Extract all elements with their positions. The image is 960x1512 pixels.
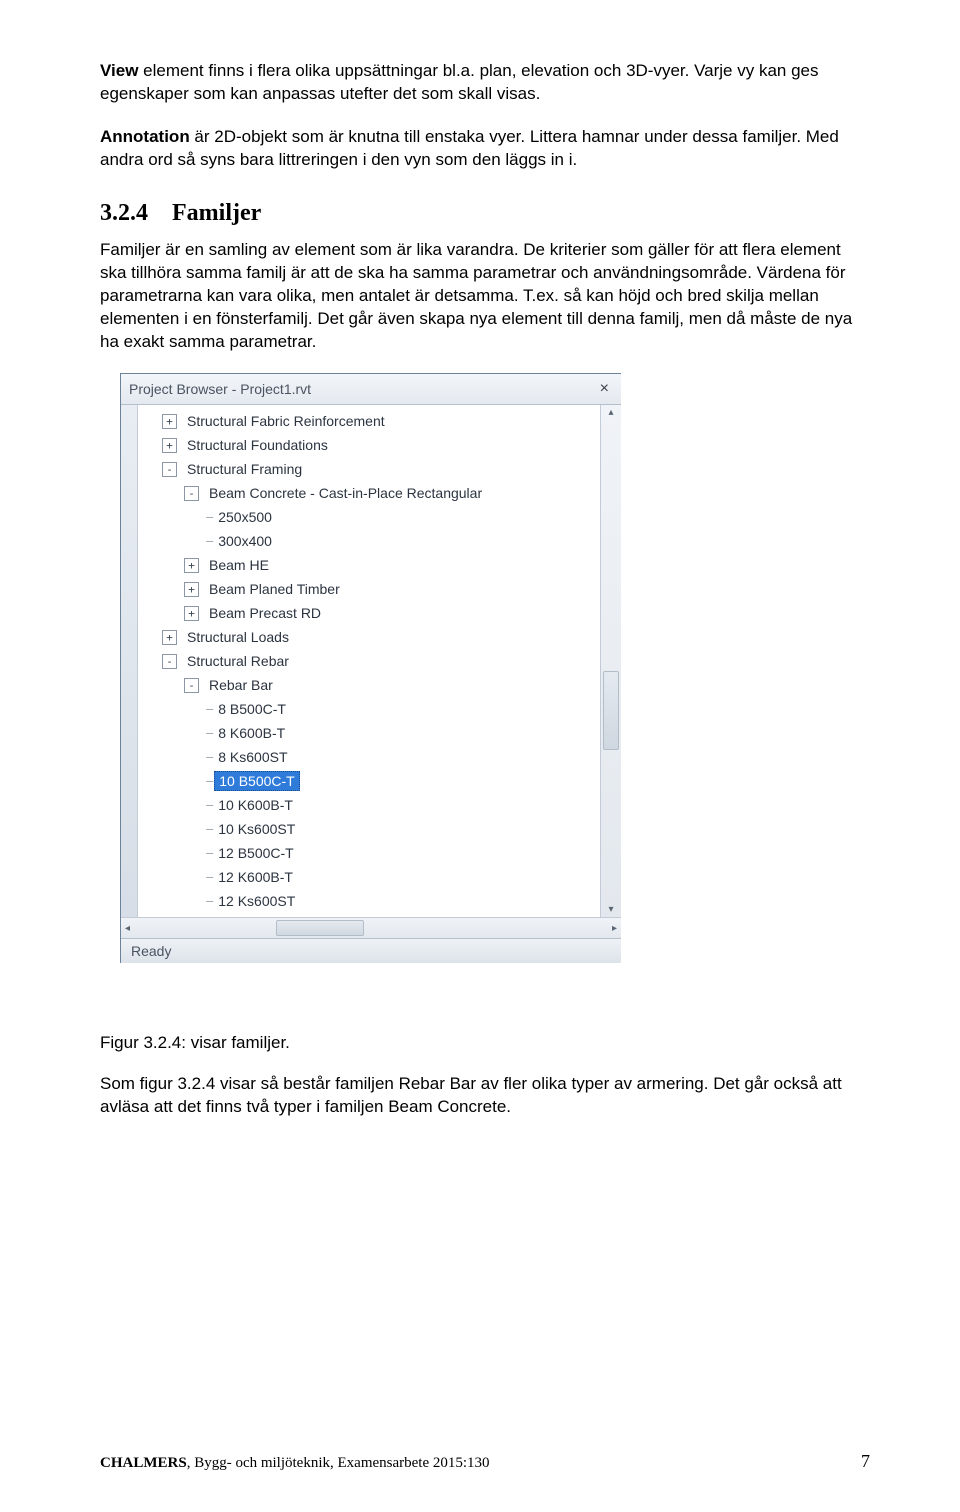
horizontal-scrollbar[interactable]: ◂ ▸ (121, 917, 621, 938)
tree-item-label[interactable]: Structural Foundations (183, 436, 332, 454)
tree-item-label[interactable]: Beam Precast RD (205, 604, 325, 622)
tree-item[interactable]: —12 B500C-T (140, 841, 600, 865)
tree-item-label[interactable]: Beam Concrete - Cast-in-Place Rectangula… (205, 484, 486, 502)
hscroll-track[interactable] (134, 918, 608, 938)
tree-item-label[interactable]: Structural Rebar (183, 652, 293, 670)
tree-item-label[interactable]: 250x500 (214, 508, 276, 526)
tree-connector-icon: — (206, 702, 212, 716)
tree-item[interactable]: + Beam Precast RD (140, 601, 600, 625)
tree-item[interactable]: -Structural Framing (140, 457, 600, 481)
tree-connector-icon: — (206, 534, 212, 548)
tree-item-label[interactable]: 10 Ks600ST (214, 820, 299, 838)
close-icon[interactable]: × (596, 380, 613, 398)
tree-item[interactable]: + Structural Loads (140, 625, 600, 649)
footer-source: CHALMERS, Bygg- och miljöteknik, Examens… (100, 1455, 490, 1472)
figure-caption: Figur 3.2.4: visar familjer. (100, 1033, 870, 1053)
tree-item-label[interactable]: 10 B500C-T (214, 771, 299, 791)
bold-term-view: View (100, 61, 138, 80)
scroll-down-icon[interactable]: ▾ (608, 902, 613, 917)
tree-item-label[interactable]: 12 B500C-T (214, 844, 297, 862)
tree-connector-icon: — (206, 750, 212, 764)
tree-item[interactable]: —10 B500C-T (140, 769, 600, 793)
tree-connector-icon: — (206, 870, 212, 884)
tree-item-label[interactable]: Structural Fabric Reinforcement (183, 412, 389, 430)
tree-connector-icon: — (206, 774, 212, 788)
expand-icon[interactable]: + (184, 582, 199, 597)
tree-connector-icon: — (206, 510, 212, 524)
scroll-up-icon[interactable]: ▴ (608, 405, 613, 420)
paragraph-after-figure: Som figur 3.2.4 visar så består familjen… (100, 1073, 870, 1119)
paragraph-view-rest: element finns i flera olika uppsättninga… (100, 61, 819, 103)
panel-left-gutter (121, 405, 138, 917)
expand-icon[interactable]: + (162, 438, 177, 453)
paragraph-view: View element finns i flera olika uppsätt… (100, 60, 870, 106)
tree-connector-icon: — (206, 798, 212, 812)
vscroll-track[interactable] (601, 420, 621, 902)
tree-item-label[interactable]: 8 Ks600ST (214, 748, 291, 766)
tree-item-label[interactable]: 8 B500C-T (214, 700, 290, 718)
tree-item[interactable]: —10 K600B-T (140, 793, 600, 817)
collapse-icon[interactable]: - (184, 678, 199, 693)
footer-rest: , Bygg- och miljöteknik, Examensarbete 2… (187, 1455, 490, 1471)
tree-item[interactable]: —12 K600B-T (140, 865, 600, 889)
panel-titlebar[interactable]: Project Browser - Project1.rvt × (121, 374, 621, 405)
scroll-left-icon[interactable]: ◂ (121, 923, 134, 934)
tree-item[interactable]: —250x500 (140, 505, 600, 529)
tree-item[interactable]: —8 Ks600ST (140, 745, 600, 769)
tree-connector-icon: — (206, 726, 212, 740)
tree-item-label[interactable]: 8 K600B-T (214, 724, 289, 742)
tree-item[interactable]: + Structural Fabric Reinforcement (140, 409, 600, 433)
vertical-scrollbar[interactable]: ▴ ▾ (600, 405, 621, 917)
paragraph-annotation-rest: är 2D-objekt som är knutna till enstaka … (100, 127, 839, 169)
section-heading: 3.2.4 Familjer (100, 200, 870, 227)
tree-item[interactable]: —10 Ks600ST (140, 817, 600, 841)
scroll-right-icon[interactable]: ▸ (608, 923, 621, 934)
tree-item[interactable]: -Rebar Bar (140, 673, 600, 697)
expand-icon[interactable]: + (184, 606, 199, 621)
section-title: Familjer (172, 200, 261, 226)
expand-icon[interactable]: + (162, 414, 177, 429)
collapse-icon[interactable]: - (162, 462, 177, 477)
page-number: 7 (861, 1451, 870, 1472)
paragraph-annotation: Annotation är 2D-objekt som är knutna ti… (100, 126, 870, 172)
collapse-icon[interactable]: - (184, 486, 199, 501)
tree-item[interactable]: -Beam Concrete - Cast-in-Place Rectangul… (140, 481, 600, 505)
tree-item[interactable]: + Beam Planed Timber (140, 577, 600, 601)
tree-item-label[interactable]: Structural Loads (183, 628, 293, 646)
tree-item[interactable]: —300x400 (140, 529, 600, 553)
hscroll-thumb[interactable] (276, 920, 363, 936)
tree-item-label[interactable]: 10 K600B-T (214, 796, 297, 814)
tree-view[interactable]: + Structural Fabric Reinforcement + Structu… (138, 405, 600, 917)
tree-connector-icon: — (206, 894, 212, 908)
status-bar: Ready (121, 938, 621, 963)
tree-item[interactable]: —12 Ks600ST (140, 889, 600, 913)
expand-icon[interactable]: + (162, 630, 177, 645)
footer-org: CHALMERS (100, 1455, 187, 1471)
tree-item[interactable]: —8 K600B-T (140, 721, 600, 745)
project-browser-panel: Project Browser - Project1.rvt × + Struct… (120, 373, 621, 963)
tree-item-label[interactable]: Rebar Bar (205, 676, 277, 694)
expand-icon[interactable]: + (184, 558, 199, 573)
bold-term-annotation: Annotation (100, 127, 190, 146)
panel-title: Project Browser - Project1.rvt (129, 381, 311, 397)
paragraph-familjer: Familjer är en samling av element som är… (100, 239, 870, 354)
tree-item-label[interactable]: Beam Planed Timber (205, 580, 344, 598)
tree-item-label[interactable]: 12 Ks600ST (214, 892, 299, 910)
tree-item[interactable]: —8 B500C-T (140, 697, 600, 721)
collapse-icon[interactable]: - (162, 654, 177, 669)
tree-item-label[interactable]: 300x400 (214, 532, 276, 550)
page-footer: CHALMERS, Bygg- och miljöteknik, Examens… (100, 1451, 870, 1472)
tree-connector-icon: — (206, 822, 212, 836)
section-number: 3.2.4 (100, 200, 148, 226)
tree-item[interactable]: + Structural Foundations (140, 433, 600, 457)
tree-item-label[interactable]: Beam HE (205, 556, 273, 574)
tree-item[interactable]: + Beam HE (140, 553, 600, 577)
vscroll-thumb[interactable] (603, 671, 619, 750)
tree-connector-icon: — (206, 846, 212, 860)
tree-item[interactable]: -Structural Rebar (140, 649, 600, 673)
tree-item-label[interactable]: 12 K600B-T (214, 868, 297, 886)
tree-item-label[interactable]: Structural Framing (183, 460, 306, 478)
document-page: View element finns i flera olika uppsätt… (0, 0, 960, 1512)
